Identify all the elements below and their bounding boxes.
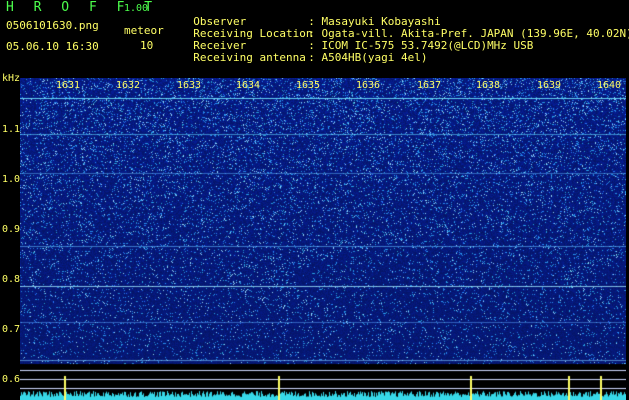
y-tick: 0.8 bbox=[2, 274, 21, 285]
time-tick: 1639 bbox=[537, 80, 562, 91]
antenna-key: Receiving antenna bbox=[193, 51, 306, 64]
time-tick: 1636 bbox=[356, 80, 381, 91]
spectrogram-canvas bbox=[20, 78, 626, 400]
file-name: 0506101630.png bbox=[6, 19, 99, 32]
time-tick: 1632 bbox=[116, 80, 141, 91]
antenna-sep: : bbox=[308, 51, 315, 64]
time-ticks: 1631 1632 1633 1634 1635 1636 1637 1638 … bbox=[20, 80, 626, 92]
date-time: 05.06.10 16:30 bbox=[6, 40, 99, 53]
mode-label: meteor bbox=[124, 24, 164, 37]
y-tick: 0.9 bbox=[2, 224, 21, 235]
time-tick: 1638 bbox=[476, 80, 501, 91]
y-tick: 0.7 bbox=[2, 324, 21, 335]
app-version: 1.00 bbox=[124, 3, 149, 14]
meteor-count: 10 bbox=[140, 39, 154, 52]
time-tick: 1640 bbox=[597, 80, 622, 91]
antenna-row: Receiving antenna: A504HB(yagi 4el) bbox=[180, 40, 427, 64]
antenna-value: A504HB(yagi 4el) bbox=[321, 51, 428, 64]
time-tick: 1634 bbox=[236, 80, 261, 91]
y-tick: 1.1 bbox=[2, 124, 21, 135]
y-tick: 0.6 bbox=[2, 374, 21, 385]
time-tick: 1635 bbox=[296, 80, 321, 91]
time-tick: 1637 bbox=[417, 80, 442, 91]
y-axis-unit: kHz bbox=[2, 73, 21, 84]
y-tick: 1.0 bbox=[2, 174, 21, 185]
time-tick: 1631 bbox=[56, 80, 81, 91]
time-tick: 1633 bbox=[177, 80, 202, 91]
